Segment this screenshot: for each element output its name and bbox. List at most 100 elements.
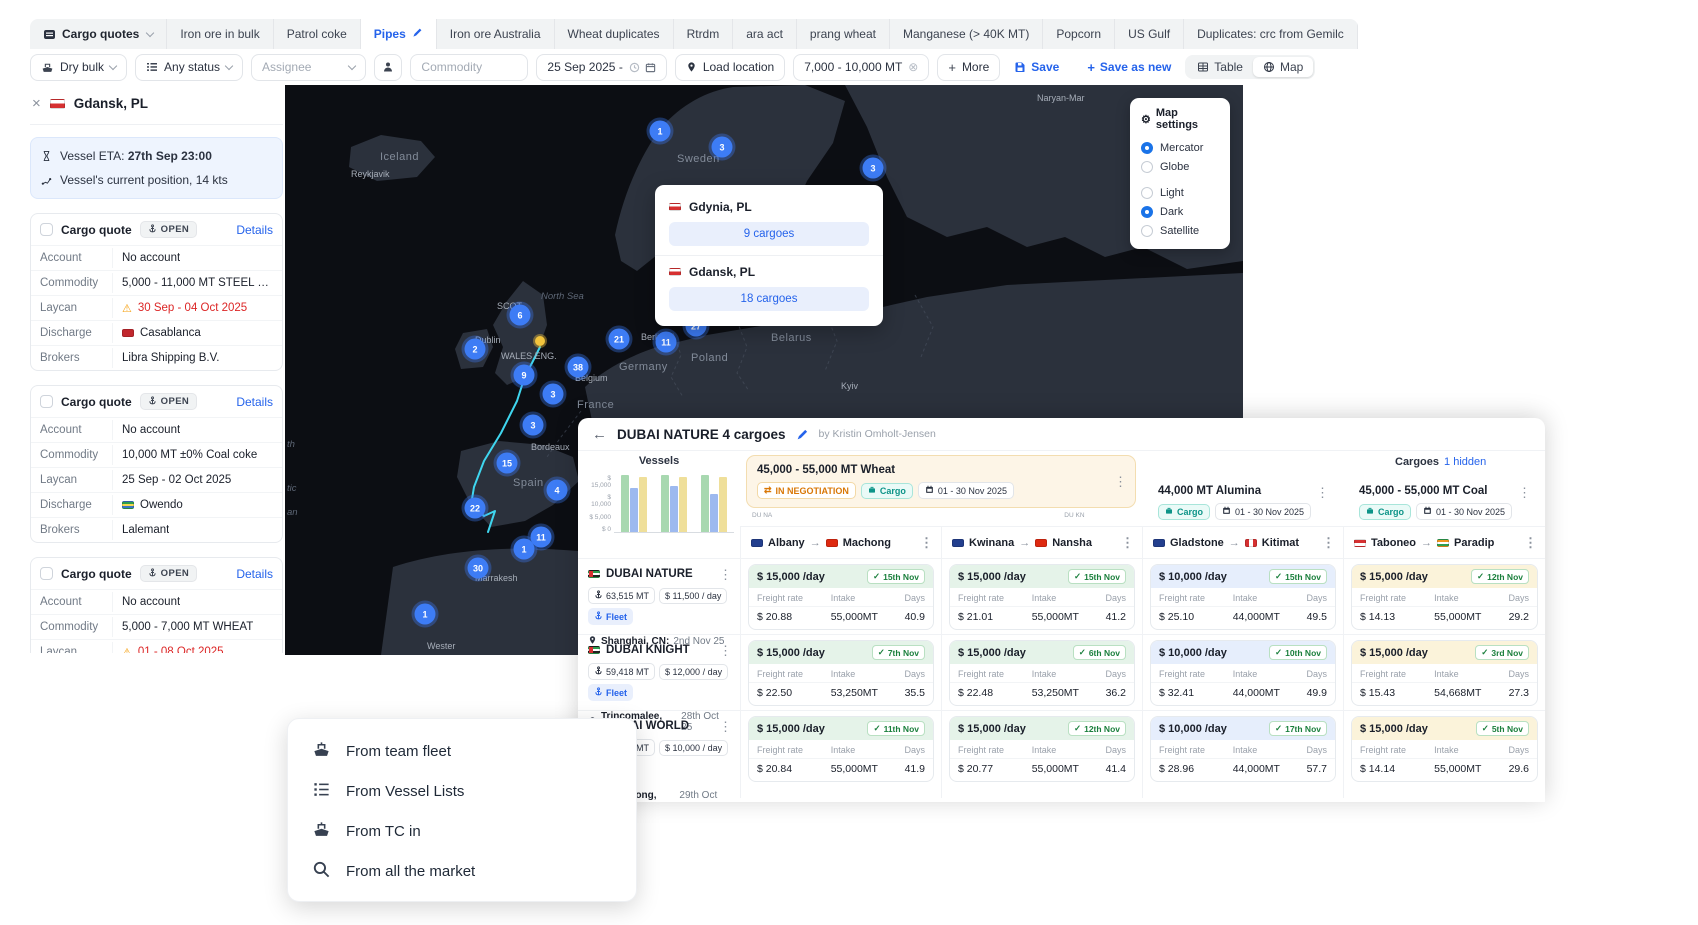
intake-value: 44,000MT bbox=[1233, 763, 1295, 775]
tab-ara-act[interactable]: ara act bbox=[733, 19, 797, 49]
status-filter[interactable]: Any status bbox=[135, 54, 243, 81]
menu-item-from-tc-in[interactable]: From TC in bbox=[288, 811, 636, 851]
cluster-marker[interactable]: 3 bbox=[543, 384, 564, 405]
menu-item-from-vessel-lists[interactable]: From Vessel Lists bbox=[288, 771, 636, 811]
tab-patrol-coke[interactable]: Patrol coke bbox=[274, 19, 361, 49]
laycan-check-chip: ✓10th Nov bbox=[1269, 645, 1327, 660]
more-options-icon[interactable]: ⋮ bbox=[1316, 485, 1329, 501]
vessel-position-dot[interactable] bbox=[535, 336, 545, 346]
date-range-filter[interactable]: 25 Sep 2025 - bbox=[536, 54, 666, 81]
cluster-marker[interactable]: 11 bbox=[656, 332, 677, 353]
cargo-count-button[interactable]: 18 cargoes bbox=[669, 287, 869, 311]
cluster-marker[interactable]: 21 bbox=[609, 329, 630, 350]
edit-pencil-icon[interactable] bbox=[796, 428, 809, 441]
more-options-icon[interactable]: ⋮ bbox=[1114, 474, 1127, 490]
save-button[interactable]: Save bbox=[1008, 60, 1065, 74]
details-link[interactable]: Details bbox=[236, 567, 273, 581]
cluster-marker[interactable]: 3 bbox=[712, 137, 733, 158]
menu-item-from-team-fleet[interactable]: From team fleet bbox=[288, 731, 636, 771]
tab-iron-ore-in-bulk[interactable]: Iron ore in bulk bbox=[167, 19, 273, 49]
rate-cell[interactable]: $ 15,000 /day✓15th NovFreight rateIntake… bbox=[949, 564, 1135, 630]
cluster-marker[interactable]: 6 bbox=[510, 305, 531, 326]
cluster-marker[interactable]: 15 bbox=[497, 453, 518, 474]
more-options-icon[interactable]: ⋮ bbox=[1524, 535, 1537, 551]
cluster-marker[interactable]: 38 bbox=[568, 357, 589, 378]
save-as-new-button[interactable]: + Save as new bbox=[1081, 60, 1177, 75]
tab-duplicates-crc-from-gemilc[interactable]: Duplicates: crc from Gemilc bbox=[1184, 19, 1358, 49]
cargo-badges: Cargo01 - 30 Nov 2025 bbox=[1158, 503, 1327, 520]
more-options-icon[interactable]: ⋮ bbox=[1518, 485, 1531, 501]
rate-cell[interactable]: $ 15,000 /day✓6th NovFreight rateIntakeD… bbox=[949, 640, 1135, 706]
more-options-icon[interactable]: ⋮ bbox=[719, 643, 732, 659]
tab-wheat-duplicates[interactable]: Wheat duplicates bbox=[555, 19, 674, 49]
close-icon[interactable]: × bbox=[32, 95, 41, 112]
projection-option-mercator[interactable]: Mercator bbox=[1141, 138, 1219, 157]
rate-cell[interactable]: $ 10,000 /day✓17th NovFreight rateIntake… bbox=[1150, 716, 1336, 782]
cargo-count-button[interactable]: 9 cargoes bbox=[669, 222, 869, 246]
tab-pipes[interactable]: Pipes bbox=[361, 19, 437, 49]
cluster-marker[interactable]: 3 bbox=[863, 158, 884, 179]
cluster-marker[interactable]: 30 bbox=[468, 558, 489, 579]
more-filters-button[interactable]: + More bbox=[937, 54, 1000, 81]
rate-cell[interactable]: $ 15,000 /day✓11th NovFreight rateIntake… bbox=[748, 716, 934, 782]
vessel-flag-icon bbox=[588, 646, 600, 654]
rate-cell[interactable]: $ 15,000 /day✓15th NovFreight rateIntake… bbox=[748, 564, 934, 630]
rate-cell[interactable]: $ 15,000 /day✓5th NovFreight rateIntakeD… bbox=[1351, 716, 1538, 782]
menu-item-from-all-the-market[interactable]: From all the market bbox=[288, 851, 636, 891]
details-link[interactable]: Details bbox=[236, 395, 273, 409]
more-options-icon[interactable]: ⋮ bbox=[719, 719, 732, 735]
vessel-card: DUBAI KNIGHT⋮59,418 MT$ 12,000 / dayFlee… bbox=[578, 634, 740, 710]
rate-cell[interactable]: $ 10,000 /day✓15th NovFreight rateIntake… bbox=[1150, 564, 1336, 630]
rate-cell-values: $ 32.4144,000MT49.9 bbox=[1151, 683, 1335, 705]
rate-cell[interactable]: $ 10,000 /day✓10th NovFreight rateIntake… bbox=[1150, 640, 1336, 706]
quantity-filter[interactable]: 7,000 - 10,000 MT ⊗ bbox=[793, 54, 929, 81]
more-options-icon[interactable]: ⋮ bbox=[920, 535, 933, 551]
cluster-marker[interactable]: 4 bbox=[547, 480, 568, 501]
tab-rtrdm[interactable]: Rtrdm bbox=[674, 19, 734, 49]
card-checkbox[interactable] bbox=[40, 567, 53, 580]
assignee-person-button[interactable] bbox=[374, 54, 402, 81]
tab-us-gulf[interactable]: US Gulf bbox=[1115, 19, 1184, 49]
tab-label: US Gulf bbox=[1128, 27, 1170, 41]
table-view-button[interactable]: Table bbox=[1187, 57, 1253, 77]
cluster-marker[interactable]: 3 bbox=[523, 415, 544, 436]
back-arrow-icon[interactable]: ← bbox=[592, 426, 607, 443]
more-options-icon[interactable]: ⋮ bbox=[1121, 535, 1134, 551]
cluster-marker[interactable]: 2 bbox=[465, 339, 486, 360]
row-label: Commodity bbox=[31, 273, 113, 293]
cargo-quotes-menu-tab[interactable]: Cargo quotes bbox=[30, 19, 167, 49]
map-style-option-light[interactable]: Light bbox=[1141, 183, 1219, 202]
cluster-marker[interactable]: 22 bbox=[465, 498, 486, 519]
map-style-option-satellite[interactable]: Satellite bbox=[1141, 221, 1219, 240]
tab-popcorn[interactable]: Popcorn bbox=[1043, 19, 1115, 49]
assignee-filter[interactable]: Assignee bbox=[251, 54, 366, 81]
map-view-button[interactable]: Map bbox=[1253, 57, 1313, 77]
cluster-marker[interactable]: 1 bbox=[514, 539, 535, 560]
more-options-icon[interactable]: ⋮ bbox=[1322, 535, 1335, 551]
tab-prang-wheat[interactable]: prang wheat bbox=[797, 19, 890, 49]
details-link[interactable]: Details bbox=[236, 223, 273, 237]
rate-cell[interactable]: $ 15,000 /day✓3rd NovFreight rateIntakeD… bbox=[1351, 640, 1538, 706]
cluster-marker[interactable]: 1 bbox=[415, 604, 436, 625]
list-icon bbox=[312, 780, 331, 803]
cluster-marker[interactable]: 9 bbox=[514, 365, 535, 386]
card-checkbox[interactable] bbox=[40, 395, 53, 408]
rate-cell[interactable]: $ 15,000 /day✓12th NovFreight rateIntake… bbox=[1351, 564, 1538, 630]
cargo-type-filter[interactable]: Dry bulk bbox=[30, 54, 127, 81]
freight-value: $ 32.41 bbox=[1159, 687, 1233, 699]
rate-cell[interactable]: $ 15,000 /day✓7th NovFreight rateIntakeD… bbox=[748, 640, 934, 706]
projection-option-globe[interactable]: Globe bbox=[1141, 157, 1219, 176]
load-location-filter[interactable]: Load location bbox=[675, 54, 785, 81]
commodity-input[interactable] bbox=[410, 54, 528, 81]
more-options-icon[interactable]: ⋮ bbox=[719, 567, 732, 583]
rate-cell[interactable]: $ 15,000 /day✓12th NovFreight rateIntake… bbox=[949, 716, 1135, 782]
map-style-option-dark[interactable]: Dark bbox=[1141, 202, 1219, 221]
tab-manganese-40k-mt-[interactable]: Manganese (> 40K MT) bbox=[890, 19, 1043, 49]
card-row-account: AccountNo account bbox=[31, 589, 282, 614]
rate-cell-values: $ 20.8855,000MT40.9 bbox=[749, 607, 933, 629]
card-checkbox[interactable] bbox=[40, 223, 53, 236]
clear-icon[interactable]: ⊗ bbox=[908, 60, 918, 74]
intake-value: 55,000MT bbox=[831, 763, 893, 775]
tab-iron-ore-australia[interactable]: Iron ore Australia bbox=[437, 19, 555, 49]
cluster-marker[interactable]: 1 bbox=[650, 121, 671, 142]
